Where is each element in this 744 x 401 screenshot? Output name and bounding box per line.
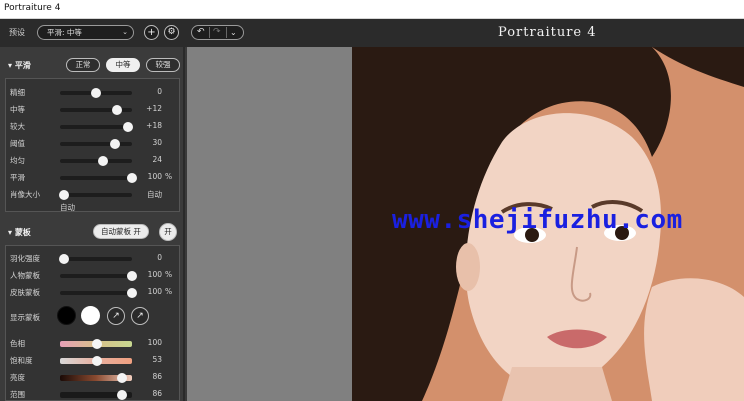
mask-header-label: 蒙板 (14, 228, 31, 237)
plus-icon: + (147, 27, 156, 38)
smooth-slider-handle[interactable] (91, 88, 101, 98)
smooth-slider[interactable] (58, 190, 132, 200)
mask-slider[interactable] (60, 288, 137, 298)
mask-slider[interactable] (58, 254, 132, 264)
gear-icon: ⚙ (167, 27, 176, 37)
mask-label: 皮肤蒙板 (10, 288, 40, 297)
mask-color-value: 100 (147, 338, 162, 347)
mask-color-slider[interactable] (60, 356, 132, 366)
preset-dropdown[interactable]: 平滑: 中等 ⌄ (37, 25, 134, 40)
smooth-value: 100 (147, 172, 162, 181)
mask-value: 100 (147, 270, 162, 279)
mask-color-slider-handle[interactable] (116, 373, 127, 383)
smooth-slider[interactable] (60, 156, 132, 166)
mask-color-slider[interactable] (60, 390, 132, 400)
smooth-slider-handle[interactable] (109, 139, 120, 149)
divider (209, 27, 210, 38)
smooth-value: 24 (152, 155, 162, 164)
smooth-label: 精细 (10, 88, 25, 97)
redo-icon[interactable]: ↷ (213, 26, 221, 39)
auto-mask-button[interactable]: 自动蒙板 开 (93, 224, 149, 239)
smooth-label: 阈值 (10, 139, 25, 148)
smooth-label: 肖像大小 (10, 190, 40, 199)
smooth-header-label: 平滑 (14, 61, 31, 70)
smooth-value: +12 (146, 104, 162, 113)
mask-color-black-swatch[interactable] (57, 306, 76, 325)
mask-value: 100 (147, 287, 162, 296)
preset-value: 平滑: 中等 (47, 28, 82, 37)
preset-label: 预设 (9, 28, 25, 37)
mask-unit: % (165, 287, 173, 296)
smooth-slider[interactable] (60, 88, 132, 98)
preset-settings-button[interactable]: ⚙ (164, 25, 179, 40)
mask-toggle-button[interactable]: 开 (159, 223, 177, 241)
mask-color-white-swatch[interactable] (81, 306, 100, 325)
window-title-bar: Portraiture 4 (0, 0, 744, 19)
settings-panel: ▾ 平滑 正常 中等 较强 精细 0 中等 +12 较大 +18 阈值 30 均匀 24 平滑 100… (0, 47, 185, 401)
smooth-slider-handle[interactable] (127, 173, 137, 183)
mask-color-slider[interactable] (60, 339, 132, 349)
smooth-slider-handle[interactable] (58, 190, 69, 200)
smooth-slider[interactable] (60, 122, 133, 132)
eyedropper-plus-icon[interactable]: ↗ (131, 307, 149, 325)
mask-color-value: 53 (152, 355, 162, 364)
smooth-label: 较大 (10, 122, 25, 131)
mask-slider[interactable] (60, 271, 137, 281)
smooth-label: 平滑 (10, 173, 25, 182)
mask-value: 0 (157, 253, 162, 262)
mask-color-value: 86 (152, 389, 162, 398)
undo-icon[interactable]: ↶ (197, 26, 205, 39)
mask-color-value: 86 (152, 372, 162, 381)
smooth-value: 0 (157, 87, 162, 96)
portraiture-app: Portraiture 4 预设 平滑: 中等 ⌄ + ⚙ ↶ ↷ ⌄ Port… (0, 0, 744, 401)
add-preset-button[interactable]: + (144, 25, 159, 40)
smooth-slider[interactable] (60, 173, 137, 183)
collapse-triangle-icon: ▾ (8, 61, 13, 70)
mask-slider-handle[interactable] (58, 254, 69, 264)
chevron-down-icon: ⌄ (122, 28, 128, 36)
mask-color-label: 范围 (10, 390, 25, 399)
smooth-slider-handle[interactable] (122, 122, 133, 132)
mask-color-slider[interactable] (60, 373, 132, 383)
mode-strong-button[interactable]: 较强 (146, 58, 180, 72)
mask-slider-handle[interactable] (127, 271, 137, 281)
watermark-text: www.shejifuzhu.com (392, 205, 683, 235)
app-brand-logo: Portraiture 4 (498, 25, 597, 40)
smooth-slider[interactable] (60, 139, 132, 149)
smooth-slider-handle[interactable] (111, 105, 122, 115)
collapse-triangle-icon: ▾ (8, 228, 13, 237)
mode-normal-button[interactable]: 正常 (66, 58, 100, 72)
mask-color-label: 色相 (10, 339, 25, 348)
history-controls: ↶ ↷ ⌄ (191, 25, 244, 40)
mask-color-label: 饱和度 (10, 356, 33, 365)
top-toolbar: 预设 平滑: 中等 ⌄ + ⚙ ↶ ↷ ⌄ Portraiture 4 (0, 19, 744, 47)
smooth-value: 30 (152, 138, 162, 147)
mask-color-label: 亮度 (10, 373, 25, 382)
mask-label: 羽化强度 (10, 254, 40, 263)
mode-medium-button[interactable]: 中等 (106, 58, 140, 72)
smooth-slider[interactable] (60, 105, 132, 115)
auto-label: 自动 (60, 203, 75, 212)
mask-slider-handle[interactable] (127, 288, 137, 298)
divider (226, 27, 227, 38)
history-chevron-down-icon[interactable]: ⌄ (230, 26, 237, 39)
mask-section-header[interactable]: ▾ 蒙板 (8, 227, 31, 238)
smooth-value: +18 (146, 121, 162, 130)
smooth-label: 均匀 (10, 156, 25, 165)
smooth-value: 自动 (147, 190, 162, 199)
mask-color-slider-handle[interactable] (116, 390, 127, 400)
smooth-section-header[interactable]: ▾ 平滑 (8, 60, 31, 71)
smooth-label: 中等 (10, 105, 25, 114)
mask-label: 人物蒙板 (10, 271, 40, 280)
smooth-unit: % (165, 172, 173, 181)
show-mask-label: 显示蒙板 (10, 313, 40, 322)
preview-canvas[interactable]: www.shejifuzhu.com (187, 47, 744, 401)
eyedropper-icon[interactable]: ↗ (107, 307, 125, 325)
window-title: Portraiture 4 (4, 3, 61, 13)
mask-unit: % (165, 270, 173, 279)
